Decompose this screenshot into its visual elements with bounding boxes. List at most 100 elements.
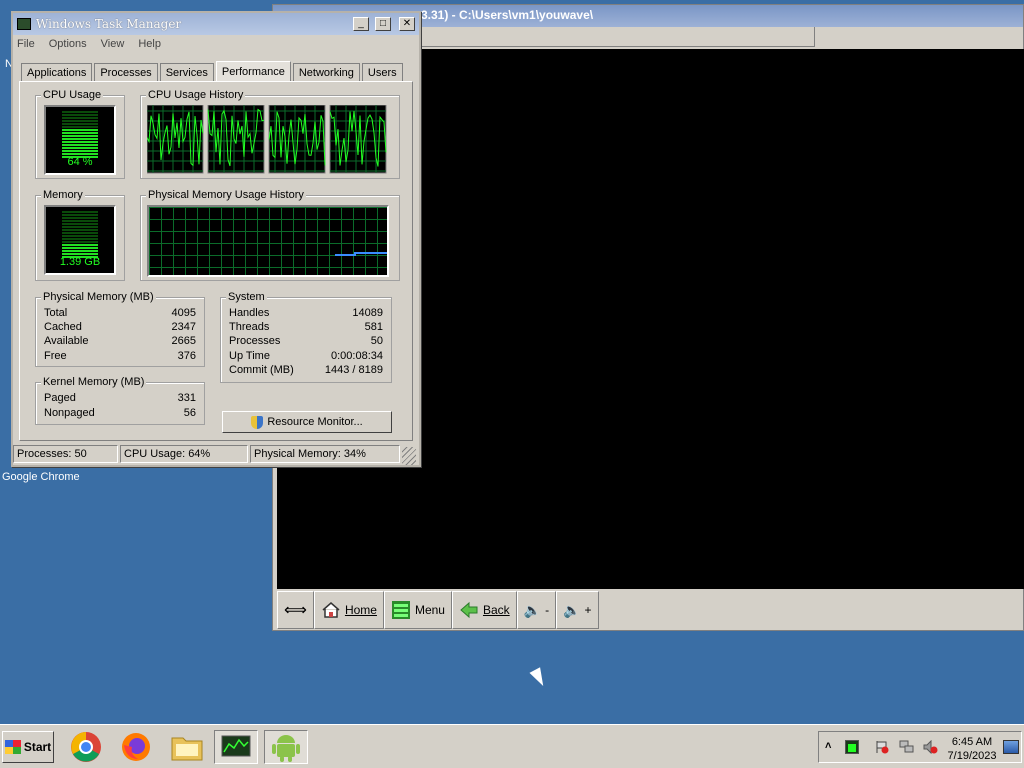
android-icon [272,735,300,762]
home-button[interactable]: Home [313,591,384,629]
pm-row-total: Total 4095 [44,307,196,319]
task-manager-title-bar[interactable]: Windows Task Manager _ □ ✕ [13,13,419,35]
meter-segment [62,229,98,231]
menu-label: Menu [414,603,445,617]
cpu-usage-value: 64 % [67,156,93,168]
cpu-usage-group: CPU Usage 64 % [35,89,125,179]
volume-down-label: - [545,603,550,617]
meter-segment [62,244,98,246]
meter-segment [62,123,98,125]
task-manager-window: Windows Task Manager _ □ ✕ File Options … [11,11,421,467]
meter-segment [62,217,98,219]
resource-monitor-button[interactable]: Resource Monitor... [222,411,392,433]
home-icon [322,602,340,618]
memory-title: Memory [41,189,85,201]
action-center-flag-icon[interactable] [875,740,889,754]
memory-history-group: Physical Memory Usage History [140,189,400,281]
memory-bars [62,211,98,259]
tab-applications[interactable]: Applications [21,63,93,81]
volume-muted-icon[interactable] [923,739,938,755]
tab-performance[interactable]: Performance [215,61,291,82]
windows-logo-icon [4,740,21,754]
meter-segment [62,120,98,122]
km-row-paged: Paged 331 [44,392,196,404]
clock[interactable]: 6:45 AM 7/19/2023 [947,735,997,763]
meter-segment [62,238,98,240]
home-label: Home [344,603,377,617]
status-cpu: CPU Usage: 64% [120,445,248,463]
meter-segment [62,241,98,243]
tray-task-manager-icon[interactable] [845,740,859,754]
cpu-usage-title: CPU Usage [41,89,104,101]
tab-networking[interactable]: Networking [292,63,360,81]
maximize-button[interactable]: □ [375,17,391,31]
menu-button[interactable]: Menu [383,591,452,629]
mouse-cursor-icon [529,667,549,689]
memory-history-graph [147,205,389,277]
menu-help[interactable]: Help [138,38,161,50]
memory-group: Memory 1.39 GB [35,189,125,281]
pm-row-cached: Cached 2347 [44,321,196,333]
close-button[interactable]: ✕ [399,17,415,31]
minimize-button[interactable]: _ [353,17,369,31]
desktop-icon-google-chrome[interactable]: Google Chrome [2,471,80,483]
network-icon[interactable] [899,740,914,754]
sys-row-commit: Commit (MB) 1443 / 8189 [229,364,383,376]
menu-icon [391,601,410,619]
clock-date: 7/19/2023 [947,750,997,762]
back-button[interactable]: Back [451,591,517,629]
meter-segment [62,211,98,213]
pm-row-available: Available 2665 [44,335,196,347]
taskbar: Start ˄ 6:45 AM 7/19/2023 [0,724,1024,768]
meter-segment [62,150,98,152]
taskbar-explorer[interactable] [165,730,209,764]
taskbar-firefox[interactable] [114,730,158,764]
resize-grip-icon[interactable] [402,447,416,465]
tab-users[interactable]: Users [361,63,403,81]
volume-up-label: + [584,603,592,617]
volume-up-button[interactable]: 🔈 + [556,591,599,629]
status-processes: Processes: 50 [13,445,118,463]
meter-segment [62,126,98,128]
firefox-icon [122,733,150,761]
meter-segment [62,129,98,131]
menu-file[interactable]: File [17,38,35,50]
meter-segment [62,235,98,237]
clock-time: 6:45 AM [951,736,993,748]
taskbar-chrome[interactable] [64,730,108,764]
taskbar-task-manager[interactable] [214,730,258,764]
sys-row-handles: Handles 14089 [229,307,383,319]
folder-icon [171,737,203,761]
show-desktop-icon[interactable] [1003,740,1019,754]
emulator-address-bar [421,27,815,47]
meter-segment [62,147,98,149]
kernel-memory-group: Kernel Memory (MB) Paged 331 Nonpaged 56 [35,376,205,425]
km-row-nonpaged: Nonpaged 56 [44,407,196,419]
show-hidden-icons-button[interactable]: ˄ [825,740,831,752]
rotate-button[interactable]: ⟺ [277,591,314,629]
performance-panel: CPU Usage 64 % CPU Usage History Memory … [19,81,413,441]
system-title: System [226,291,267,303]
memory-history-title: Physical Memory Usage History [146,189,306,201]
chrome-icon [71,732,101,762]
tab-services[interactable]: Services [159,63,214,81]
cpu-history-group: CPU Usage History [140,89,400,179]
resource-monitor-label: Resource Monitor... [267,416,363,428]
taskbar-youwave-android[interactable] [264,730,308,764]
speaker-icon: 🔈 [563,601,581,618]
status-memory: Physical Memory: 34% [250,445,400,463]
sys-row-uptime: Up Time 0:00:08:34 [229,350,383,362]
meter-segment [62,114,98,116]
meter-segment [62,153,98,155]
volume-down-button[interactable]: 🔈 - [516,591,557,629]
memory-value: 1.39 GB [59,256,101,268]
start-button[interactable]: Start [2,731,54,763]
meter-segment [62,253,98,255]
menu-view[interactable]: View [101,38,125,50]
menu-options[interactable]: Options [49,38,87,50]
speaker-icon: 🔈 [523,601,542,618]
tab-strip: Applications Processes Services Performa… [21,61,405,82]
tab-processes[interactable]: Processes [94,63,158,81]
meter-segment [62,247,98,249]
status-bar: Processes: 50 CPU Usage: 64% Physical Me… [13,445,419,465]
